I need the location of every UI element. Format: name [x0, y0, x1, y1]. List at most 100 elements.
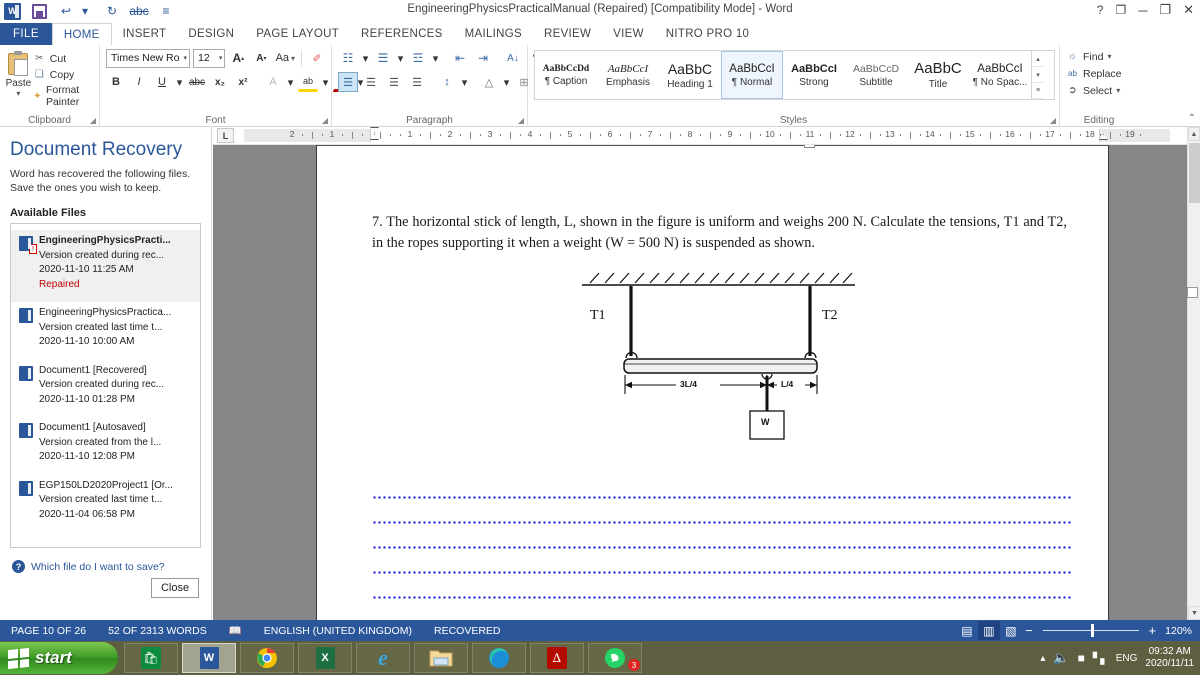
style-caption[interactable]: AaBbCcDd ¶ Caption — [535, 51, 597, 99]
taskbar-edge-button[interactable] — [472, 643, 526, 673]
style-subtitle[interactable]: AaBbCcD Subtitle — [845, 51, 907, 99]
underline-button[interactable]: U — [152, 72, 172, 92]
cut-button[interactable]: ✂ Cut — [33, 52, 95, 65]
bullets-button[interactable]: ☷ — [338, 48, 358, 68]
taskbar-word-button[interactable]: W — [182, 643, 236, 673]
font-dialog-launcher-icon[interactable]: ◢ — [322, 116, 328, 125]
list-item[interactable]: ! EngineeringPhysicsPracti... Version cr… — [11, 230, 200, 303]
tab-references[interactable]: REFERENCES — [350, 23, 454, 45]
shrink-font-button[interactable]: A ▾ — [251, 48, 271, 68]
multilevel-list-button[interactable]: ☲ — [408, 48, 428, 68]
numbering-button[interactable]: ☰ — [373, 48, 393, 68]
answer-lines[interactable] — [372, 496, 1072, 620]
scroll-down-button[interactable]: ▼ — [1188, 606, 1200, 620]
style-title[interactable]: AaBbC Title — [907, 51, 969, 99]
shading-caret-icon[interactable]: ▾ — [502, 72, 511, 92]
help-icon[interactable]: ? — [1097, 3, 1104, 17]
align-center-button[interactable]: ☰ — [361, 72, 381, 92]
network-icon[interactable]: ▘▖ — [1093, 652, 1109, 665]
styles-scroll-up-button[interactable]: ▴ — [1032, 51, 1044, 67]
restore-button[interactable]: ❐ — [1159, 2, 1171, 18]
select-browse-object-button[interactable] — [1187, 287, 1198, 298]
styles-dialog-launcher-icon[interactable]: ◢ — [1050, 116, 1056, 125]
horizontal-ruler[interactable]: 2 1 1 2 3 4 5 6 7 8 9 10 11 12 13 14 15 … — [244, 129, 1170, 142]
start-button[interactable]: start — [0, 642, 118, 674]
web-layout-button[interactable]: ▧ — [1000, 621, 1022, 640]
tab-stop-selector[interactable]: L — [217, 128, 234, 143]
text-effects-button[interactable]: A — [263, 72, 283, 92]
bold-button[interactable]: B — [106, 72, 126, 92]
align-right-button[interactable]: ☰ — [384, 72, 404, 92]
answer-line[interactable] — [372, 596, 1072, 599]
tab-design[interactable]: DESIGN — [177, 23, 245, 45]
answer-line[interactable] — [372, 521, 1072, 524]
language-indicator[interactable]: ENG — [1116, 653, 1138, 664]
page-indicator[interactable]: PAGE 10 OF 26 — [0, 625, 97, 637]
select-button[interactable]: ➲ Select ▾ — [1064, 82, 1134, 99]
vertical-scrollbar[interactable]: ▲ ▼ — [1187, 127, 1200, 620]
show-hidden-icons-icon[interactable]: ▴ — [1040, 653, 1045, 664]
font-name-combo[interactable]: Times New Ro ▾ — [106, 48, 190, 68]
list-item[interactable]: EGP150LD2020Project1 [Or... Version crea… — [11, 475, 200, 533]
tab-view[interactable]: VIEW — [602, 23, 655, 45]
zoom-out-button[interactable]: − — [1022, 623, 1036, 638]
scrollbar-thumb[interactable] — [1189, 143, 1200, 203]
print-layout-button[interactable]: ▥ — [977, 621, 1000, 640]
increase-indent-button[interactable]: ⇥ — [473, 48, 493, 68]
close-recovery-pane-button[interactable]: Close — [151, 578, 199, 598]
line-spacing-button[interactable]: ↕ — [437, 72, 457, 92]
answer-line[interactable] — [372, 546, 1072, 549]
replace-button[interactable]: ab Replace — [1064, 65, 1134, 82]
answer-line[interactable] — [372, 496, 1072, 499]
zoom-in-button[interactable]: + — [1146, 623, 1160, 638]
language-indicator[interactable]: ENGLISH (UNITED KINGDOM) — [253, 625, 423, 637]
italic-button[interactable]: I — [129, 72, 149, 92]
list-item[interactable]: Document1 [Recovered] Version created du… — [11, 360, 200, 418]
tab-home[interactable]: HOME — [51, 23, 112, 45]
taskbar-chrome-button[interactable] — [240, 643, 294, 673]
copy-button[interactable]: ❏ Copy — [33, 68, 95, 81]
clipboard-dialog-launcher-icon[interactable]: ◢ — [90, 116, 96, 125]
justify-button[interactable]: ☰ — [407, 72, 427, 92]
superscript-button[interactable]: x² — [233, 72, 253, 92]
taskbar-ie-button[interactable]: e — [356, 643, 410, 673]
word-count[interactable]: 52 OF 2313 WORDS — [97, 625, 218, 637]
taskbar-explorer-button[interactable] — [414, 643, 468, 673]
list-item[interactable]: EngineeringPhysicsPractica... Version cr… — [11, 302, 200, 360]
sort-button[interactable]: A↓ — [503, 48, 523, 68]
taskbar-whatsapp-button[interactable]: 3 — [588, 643, 642, 673]
paragraph-dialog-launcher-icon[interactable]: ◢ — [518, 116, 524, 125]
clear-formatting-button[interactable]: ✐ — [307, 48, 327, 68]
minimize-button[interactable]: ─ — [1138, 3, 1147, 18]
subscript-button[interactable]: x₂ — [210, 72, 230, 92]
multilevel-caret-icon[interactable]: ▾ — [431, 48, 440, 68]
styles-scroll-down-button[interactable]: ▾ — [1032, 67, 1044, 83]
tab-review[interactable]: REVIEW — [533, 23, 602, 45]
styles-more-button[interactable]: ≡ — [1032, 83, 1044, 99]
tab-nitro-pro-10[interactable]: NITRO PRO 10 — [655, 23, 760, 45]
close-button[interactable]: ✕ — [1183, 2, 1194, 18]
tab-insert[interactable]: INSERT — [112, 23, 178, 45]
underline-caret-icon[interactable]: ▾ — [175, 72, 184, 92]
find-button[interactable]: ☼ Find ▾ — [1064, 48, 1134, 65]
line-spacing-caret-icon[interactable]: ▾ — [460, 72, 469, 92]
style-no-spacing[interactable]: AaBbCcI ¶ No Spac... — [969, 51, 1031, 99]
style-normal[interactable]: AaBbCcI ¶ Normal — [721, 51, 783, 99]
style-emphasis[interactable]: AaBbCcI Emphasis — [597, 51, 659, 99]
scroll-up-button[interactable]: ▲ — [1188, 127, 1200, 141]
paste-dropdown-caret-icon[interactable]: ▾ — [16, 89, 20, 98]
bullets-caret-icon[interactable]: ▾ — [361, 48, 370, 68]
taskbar-excel-button[interactable]: X — [298, 643, 352, 673]
style-strong[interactable]: AaBbCcI Strong — [783, 51, 845, 99]
change-case-button[interactable]: Aa ▾ — [274, 48, 296, 68]
tab-file[interactable]: FILE — [0, 23, 52, 45]
battery-icon[interactable]: ■ — [1078, 651, 1085, 665]
volume-icon[interactable]: 🔈 — [1053, 650, 1069, 666]
highlight-caret-icon[interactable]: ▾ — [321, 72, 330, 92]
shading-button[interactable]: △ — [479, 72, 499, 92]
read-mode-button[interactable]: ▤ — [956, 621, 978, 640]
font-size-combo[interactable]: 12 ▾ — [192, 48, 226, 68]
numbering-caret-icon[interactable]: ▾ — [396, 48, 405, 68]
recovery-help-link[interactable]: ? Which file do I want to save? — [0, 548, 211, 574]
ribbon-display-options-icon[interactable]: ❐ — [1115, 3, 1126, 17]
